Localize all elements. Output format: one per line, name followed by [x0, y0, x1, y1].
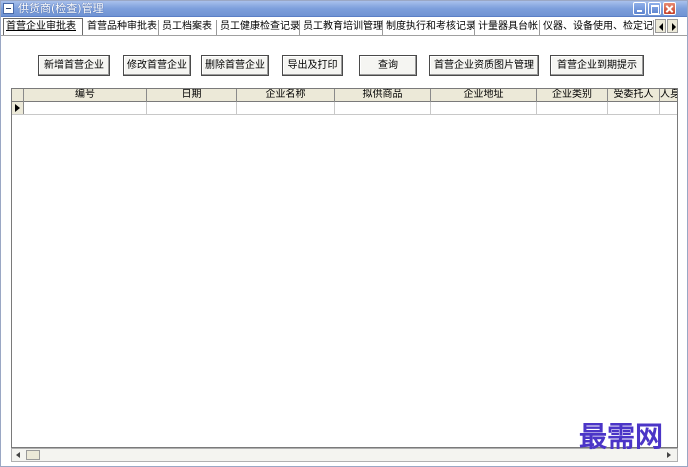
tab-scroll-right-button[interactable]	[667, 19, 678, 33]
tab-employee-records[interactable]: 员工档案表	[160, 20, 217, 35]
column-header[interactable]: 受委托人	[608, 89, 660, 102]
table-cell[interactable]	[237, 102, 335, 115]
table-cell[interactable]	[24, 102, 147, 115]
add-first-business-button[interactable]: 新增首营企业	[38, 55, 110, 76]
table-cell[interactable]	[608, 102, 660, 115]
tab-measuring-instruments[interactable]: 计量器具台帐	[476, 20, 540, 35]
column-header[interactable]: 企业地址	[431, 89, 537, 102]
arrow-right-icon	[667, 452, 671, 458]
scrollbar-thumb[interactable]	[26, 450, 40, 460]
table-cell[interactable]	[147, 102, 237, 115]
tab-scroll-left-button[interactable]	[655, 19, 666, 33]
tab-employee-health-check[interactable]: 员工健康检查记录	[218, 20, 300, 35]
column-header[interactable]: 日期	[147, 89, 237, 102]
tab-equipment-usage[interactable]: 仪器、设备使用、检定记录	[541, 20, 654, 35]
maximize-button[interactable]	[648, 2, 661, 15]
table-row[interactable]	[12, 102, 677, 115]
data-grid[interactable]: 编号 日期 企业名称 拟供商品 企业地址 企业类别 受委托人 人身	[11, 88, 678, 448]
delete-first-business-button[interactable]: 删除首营企业	[201, 55, 269, 76]
query-button[interactable]: 查询	[359, 55, 417, 76]
window-menu-icon[interactable]	[3, 3, 14, 14]
minimize-icon	[634, 3, 645, 14]
tab-first-variety-approval[interactable]: 首营品种审批表	[85, 20, 159, 35]
tab-policy-execution[interactable]: 制度执行和考核记录	[384, 20, 475, 35]
edit-first-business-button[interactable]: 修改首营企业	[123, 55, 191, 76]
minimize-button[interactable]	[633, 2, 646, 15]
close-icon	[664, 3, 675, 14]
scroll-left-button[interactable]	[14, 450, 24, 460]
maximize-icon	[649, 3, 660, 14]
column-header[interactable]: 企业类别	[537, 89, 608, 102]
horizontal-scrollbar[interactable]	[11, 448, 678, 462]
column-header[interactable]: 拟供商品	[335, 89, 431, 102]
window-title: 供货商(检查)管理	[18, 2, 104, 15]
close-button[interactable]	[663, 2, 676, 15]
scroll-right-button[interactable]	[664, 450, 674, 460]
tab-first-business-approval[interactable]: 首营企业审批表	[3, 18, 83, 35]
table-cell[interactable]	[537, 102, 608, 115]
grid-header: 编号 日期 企业名称 拟供商品 企业地址 企业类别 受委托人 人身	[12, 89, 677, 102]
arrow-left-icon	[16, 452, 20, 458]
table-cell[interactable]	[335, 102, 431, 115]
column-header[interactable]: 人身	[660, 89, 677, 102]
title-bar[interactable]: 供货商(检查)管理	[1, 1, 687, 17]
arrow-right-icon	[672, 23, 676, 31]
app-window: 供货商(检查)管理 首营企业审批表 首营品种审批表 员工档案表 员工健康检查记录…	[0, 0, 688, 467]
expiry-reminder-button[interactable]: 首营企业到期提示	[550, 55, 644, 76]
qualification-image-button[interactable]: 首营企业资质图片管理	[429, 55, 539, 76]
arrow-left-icon	[659, 23, 663, 31]
watermark-logo: 最需网	[579, 420, 664, 453]
export-print-button[interactable]: 导出及打印	[282, 55, 343, 76]
column-header[interactable]: 编号	[24, 89, 147, 102]
tab-employee-training[interactable]: 员工教育培训管理	[301, 20, 383, 35]
header-indicator-cell	[12, 89, 24, 102]
column-header[interactable]: 企业名称	[237, 89, 335, 102]
tab-strip: 首营企业审批表 首营品种审批表 员工档案表 员工健康检查记录 员工教育培训管理 …	[1, 18, 687, 36]
table-cell[interactable]	[431, 102, 537, 115]
toolbar: 新增首营企业 修改首营企业 删除首营企业 导出及打印 查询 首营企业资质图片管理…	[1, 37, 687, 87]
